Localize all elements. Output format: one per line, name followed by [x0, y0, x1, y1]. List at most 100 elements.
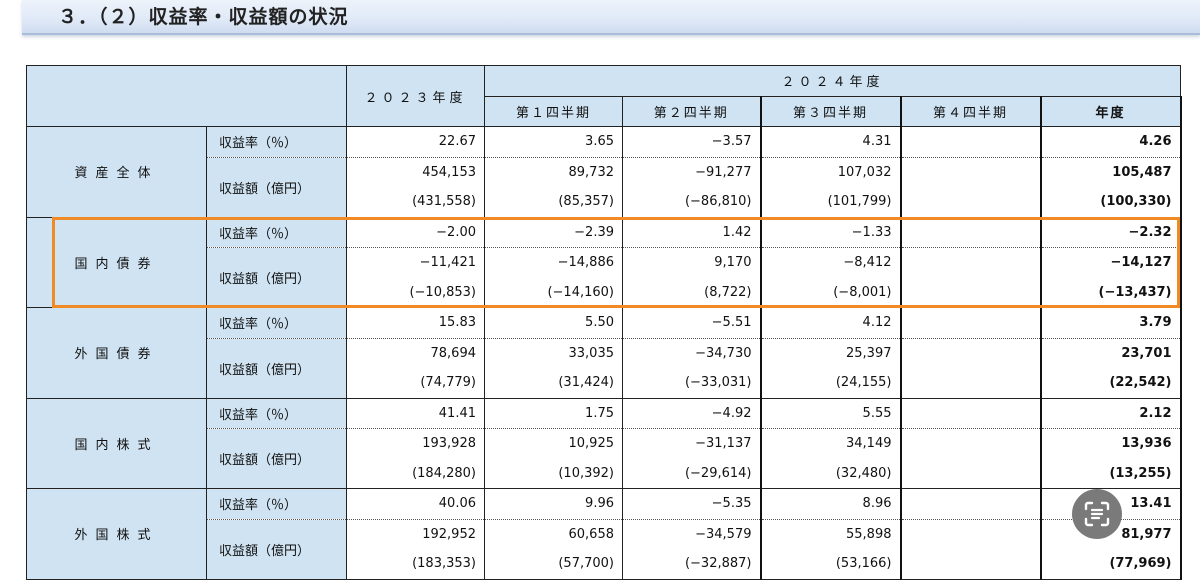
value-cell: (−86,810) [622, 187, 761, 218]
value-cell: 3.65 [484, 126, 623, 158]
text-scan-button[interactable] [1072, 489, 1122, 539]
metric-label: 収益額（億円） [206, 519, 347, 580]
value-cell: 3.79 [1039, 307, 1182, 339]
value-cell [901, 519, 1041, 549]
value-cell [900, 488, 1041, 520]
category-label: 外国債券 [26, 307, 207, 399]
category-label: 資産全体 [26, 126, 207, 218]
value-cell: (−13,437) [1039, 277, 1182, 308]
value-cell [901, 248, 1041, 278]
value-cell: −3.57 [622, 126, 761, 158]
value-cell: (183,353) [346, 549, 485, 580]
value-cell: 107,032 [759, 157, 902, 187]
value-cell: 193,928 [346, 428, 485, 459]
value-cell: 5.50 [484, 307, 623, 339]
value-cell: −5.51 [622, 307, 761, 339]
category-label: 外国株式 [26, 488, 207, 580]
value-cell: −2.32 [1039, 217, 1182, 248]
value-cell [900, 307, 1041, 339]
header-q3: 第３四半期 [759, 96, 902, 127]
value-cell: 1.42 [622, 217, 761, 248]
value-cell: −31,137 [622, 428, 761, 459]
value-cell: (−33,031) [622, 368, 761, 399]
value-cell: (100,330) [1039, 187, 1182, 218]
value-cell: −14,127 [1039, 247, 1182, 278]
value-cell: −11,421 [346, 247, 485, 278]
value-cell: 34,149 [759, 428, 902, 459]
value-cell: (74,779) [346, 368, 485, 399]
value-cell [901, 338, 1041, 368]
metric-label: 収益額（億円） [206, 157, 347, 218]
section-title: ３．（２）収益率・収益額の状況 [58, 6, 349, 28]
value-cell [900, 217, 1041, 248]
value-cell: (31,424) [484, 368, 623, 399]
value-cell [900, 187, 1041, 218]
value-cell [900, 398, 1041, 429]
header-q2: 第２四半期 [622, 96, 761, 127]
value-cell: 9.96 [484, 488, 623, 520]
value-cell: 23,701 [1039, 338, 1182, 368]
value-cell: −14,886 [484, 247, 623, 278]
value-cell: (−10,853) [346, 277, 485, 308]
value-cell: 5.55 [759, 398, 902, 429]
value-cell [901, 157, 1041, 187]
table-row: 外国債券 収益率（％） 15.83 5.50 −5.51 4.12 3.79 [26, 307, 1182, 399]
value-cell: 25,397 [759, 338, 902, 368]
value-cell [900, 126, 1041, 158]
value-cell: 192,952 [346, 519, 485, 549]
value-cell [900, 277, 1041, 308]
value-cell: (−29,614) [622, 458, 761, 489]
value-cell: 1.75 [484, 398, 623, 429]
value-cell: (53,166) [759, 549, 902, 580]
value-cell: −34,730 [622, 338, 761, 368]
category-label: 国内株式 [26, 398, 207, 489]
value-cell: 60,658 [484, 519, 623, 549]
value-cell: (−14,160) [484, 277, 623, 308]
value-cell: 10,925 [484, 428, 623, 459]
value-cell: 55,898 [759, 519, 902, 549]
metric-label: 収益額（億円） [206, 338, 347, 399]
value-cell: (8,722) [622, 277, 761, 308]
value-cell: 15.83 [346, 307, 485, 339]
value-cell: 105,487 [1039, 157, 1182, 187]
value-cell [900, 368, 1041, 399]
metric-label: 収益率（％） [206, 488, 347, 520]
value-cell: 4.31 [759, 126, 902, 158]
value-cell: 454,153 [346, 157, 485, 187]
metric-label: 収益率（％） [206, 126, 347, 158]
value-cell: (57,700) [484, 549, 623, 580]
header-fy2023: ２０２３年度 [346, 65, 485, 127]
text-scan-icon [1084, 501, 1110, 527]
value-cell: 33,035 [484, 338, 623, 368]
value-cell: −34,579 [622, 519, 761, 549]
value-cell: (24,155) [759, 368, 902, 399]
value-cell: 8.96 [759, 488, 902, 520]
header-q4: 第４四半期 [900, 96, 1041, 127]
value-cell: (101,799) [759, 187, 902, 218]
table-row: 外国株式 収益率（％） 40.06 9.96 −5.35 8.96 13.41 [26, 488, 1182, 580]
header-q1: 第１四半期 [484, 96, 623, 127]
section-title-bar: ３．（２）収益率・収益額の状況 [22, 0, 1200, 35]
header-row-1: ２０２３年度 ２０２４年度 [26, 65, 1181, 127]
header-corner [26, 65, 347, 127]
value-cell: (−32,887) [622, 549, 761, 580]
value-cell: 13,936 [1039, 428, 1182, 459]
value-cell: −1.33 [759, 217, 902, 248]
value-cell: 22.67 [346, 126, 485, 158]
header-annual: 年度 [1039, 96, 1182, 127]
value-cell: −2.00 [346, 217, 485, 248]
metric-label: 収益率（％） [206, 217, 347, 248]
table-row: 国内債券 収益率（％） −2.00 −2.39 1.42 −1.33 −2.32 [26, 217, 1182, 308]
value-cell: 78,694 [346, 338, 485, 368]
value-cell: (10,392) [484, 458, 623, 489]
value-cell: 41.41 [346, 398, 485, 429]
value-cell: (13,255) [1039, 458, 1182, 489]
value-cell [900, 549, 1041, 580]
value-cell [900, 458, 1041, 489]
value-cell: (184,280) [346, 458, 485, 489]
value-cell: 2.12 [1039, 398, 1182, 429]
value-cell: (22,542) [1039, 368, 1182, 399]
metric-label: 収益率（％） [206, 307, 347, 339]
value-cell: 40.06 [346, 488, 485, 520]
value-cell: −2.39 [484, 217, 623, 248]
